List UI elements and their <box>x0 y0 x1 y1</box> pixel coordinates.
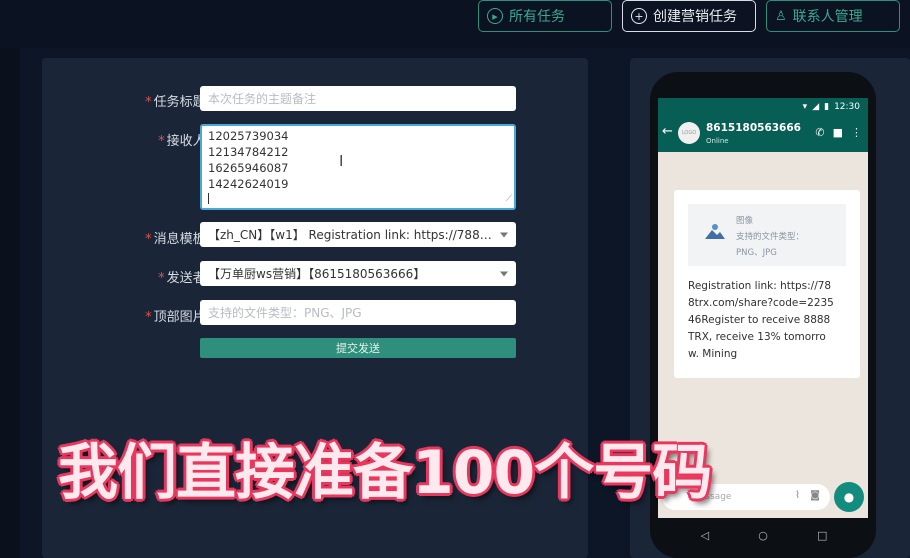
title-row: * 任务标题: 本次任务的主题备注 <box>42 86 588 112</box>
status-bar: ▾ ◢ ▮ 12:30 <box>658 98 868 116</box>
task-title-input[interactable]: 本次任务的主题备注 <box>200 86 516 111</box>
message-bubble: 图像 支持的文件类型： PNG、JPG Registration link: h… <box>674 190 860 378</box>
status-time: 12:30 <box>834 102 860 112</box>
header-image-upload[interactable]: 支持的文件类型：PNG、JPG <box>200 300 516 325</box>
battery-icon: ▮ <box>824 102 830 112</box>
nav-back-icon[interactable]: ◁ <box>701 529 709 542</box>
chevron-down-icon <box>500 232 508 237</box>
ibeam-cursor-icon: I <box>339 152 344 170</box>
play-circle-icon: ▸ <box>487 8 503 24</box>
paperclip-icon[interactable]: ⌇ <box>795 490 800 501</box>
recipient-line: 12025739034 <box>208 129 289 143</box>
image-types: PNG、JPG <box>736 248 777 258</box>
mic-icon: ● <box>843 490 855 504</box>
chat-actions: ✆ ■ ⋮ <box>815 126 862 139</box>
avatar: LOGO <box>678 122 700 144</box>
recipient-line: 16265946087 <box>208 161 289 175</box>
nav-recents-icon[interactable]: □ <box>817 529 827 542</box>
contacts-button[interactable]: ♙ 联系人管理 <box>766 0 900 32</box>
template-select[interactable]: 【zh_CN】【w1】 Registration link: https://7… <box>200 222 516 247</box>
all-tasks-label: 所有任务 <box>509 9 565 25</box>
plus-circle-icon: + <box>631 8 647 24</box>
nav-home-icon[interactable]: ○ <box>758 529 768 542</box>
chevron-down-icon <box>500 271 508 276</box>
android-nav-bar: ◁ ○ □ <box>676 522 852 548</box>
video-icon[interactable]: ■ <box>833 126 843 139</box>
create-task-label: 创建营销任务 <box>653 9 737 25</box>
message-text: Registration link: https://788trx.com/sh… <box>688 280 834 360</box>
contact-status: Online <box>706 137 729 145</box>
phone-icon[interactable]: ✆ <box>815 126 824 139</box>
recipients-textarea[interactable]: 12025739034 12134784212 16265946087 1424… <box>200 124 516 210</box>
more-vertical-icon[interactable]: ⋮ <box>851 126 862 139</box>
submit-send-button[interactable]: 提交发送 <box>200 338 516 358</box>
wifi-icon: ▾ <box>802 102 808 112</box>
back-arrow-icon[interactable]: ← <box>662 124 673 139</box>
sender-select[interactable]: 【万单厨ws营销】【8615180563666】 <box>200 261 516 286</box>
image-types-label: 支持的文件类型： <box>736 232 805 242</box>
image-placeholder: 图像 支持的文件类型： PNG、JPG <box>688 204 846 266</box>
image-title: 图像 <box>736 216 754 226</box>
user-icon: ♙ <box>775 8 787 24</box>
video-caption: 我们直接准备100个号码 <box>58 438 712 508</box>
create-task-button[interactable]: + 创建营销任务 <box>622 0 756 32</box>
recipient-line: 12134784212 <box>208 145 289 159</box>
contacts-label: 联系人管理 <box>792 9 863 25</box>
camera-icon[interactable]: ◙ <box>810 490 820 501</box>
left-sidebar-edge <box>0 48 20 558</box>
text-cursor <box>208 193 209 204</box>
contact-name: 8615180563666 <box>706 122 801 134</box>
recipient-line: 14242624019 <box>208 177 289 191</box>
chat-header: ← LOGO 8615180563666 Online ✆ ■ ⋮ <box>658 116 868 152</box>
resize-handle-icon[interactable]: ⟋ <box>506 191 512 207</box>
signal-icon: ◢ <box>812 102 820 112</box>
image-icon <box>705 224 725 239</box>
all-tasks-button[interactable]: ▸ 所有任务 <box>478 0 612 32</box>
mic-button[interactable]: ● <box>834 482 864 512</box>
